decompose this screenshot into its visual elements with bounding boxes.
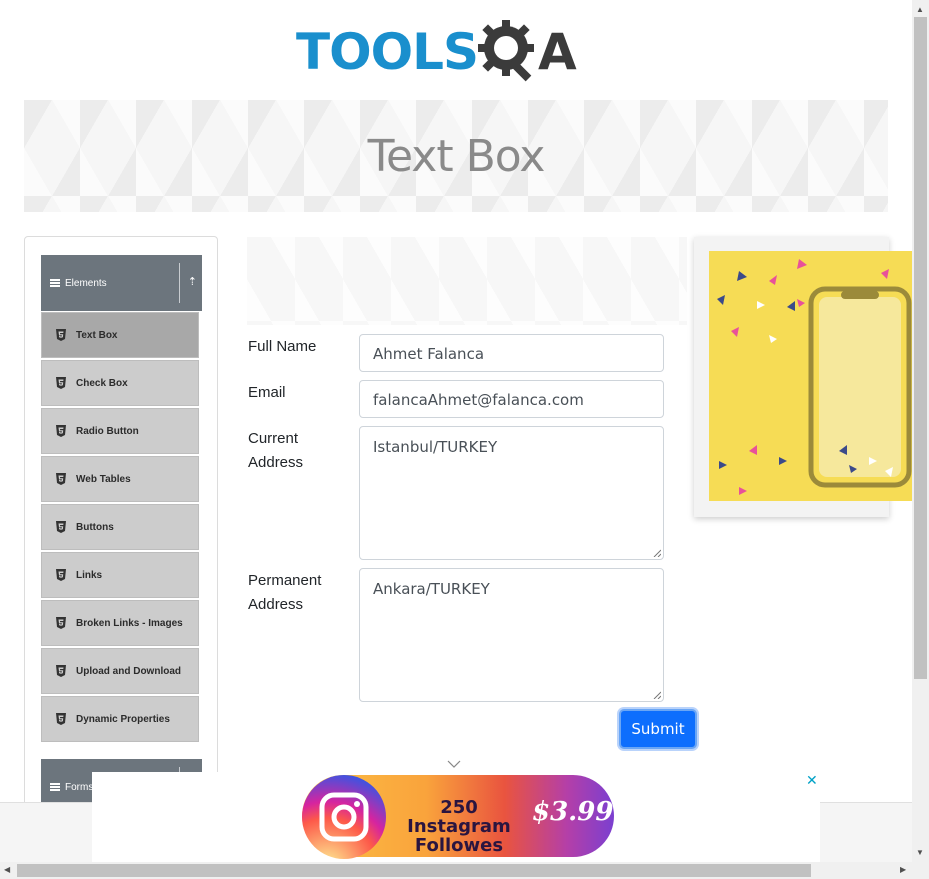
sidebar-item-check-box[interactable]: Check Box — [41, 360, 199, 406]
instagram-ad-price: $3.99 — [532, 797, 614, 827]
email-input[interactable]: falancaAhmet@falanca.com — [359, 380, 664, 418]
html5-icon — [56, 473, 66, 485]
logo-text-tools: TOOLS — [296, 23, 479, 81]
permanent-address-label: Permanent Address — [248, 569, 321, 617]
current-address-label: Current Address — [248, 427, 303, 475]
html5-icon — [56, 377, 66, 389]
sidebar-item-label: Broken Links - Images — [76, 617, 183, 629]
page-title: Text Box — [367, 130, 546, 182]
sidebar-item-label: Check Box — [76, 377, 128, 389]
sidebar-item-label: Web Tables — [76, 473, 131, 485]
gear-magnifier-icon — [478, 20, 534, 82]
sidebar-item-label: Buttons — [76, 521, 114, 533]
sidebar-item-radio-button[interactable]: Radio Button — [41, 408, 199, 454]
current-address-textarea[interactable]: Istanbul/TURKEY — [359, 426, 664, 560]
sidebar-item-text-box[interactable]: Text Box — [41, 312, 199, 358]
email-label: Email — [248, 384, 286, 401]
page-banner: Text Box — [24, 100, 888, 212]
resize-handle-icon[interactable] — [653, 691, 661, 699]
instagram-ad-line1: 250 Instagram — [407, 797, 511, 837]
sidebar-item-dynamic-properties[interactable]: Dynamic Properties — [41, 696, 199, 742]
permanent-address-label-line1: Permanent — [248, 572, 322, 589]
sidebar-item-broken-links-images[interactable]: Broken Links - Images — [41, 600, 199, 646]
html5-icon — [56, 425, 66, 437]
html5-icon — [56, 329, 66, 341]
header-divider — [179, 263, 180, 303]
elements-group-label: Elements — [65, 277, 107, 289]
sidebar-item-label: Dynamic Properties — [76, 713, 170, 725]
current-address-label-line2: Address — [248, 454, 304, 471]
sidebar: Elements ⇡ Text Box Check Box Radio Butt… — [24, 236, 218, 816]
html5-icon — [56, 569, 66, 581]
html5-icon — [56, 713, 66, 725]
current-address-value: Istanbul/TURKEY — [373, 438, 498, 456]
phone-illustration — [717, 259, 912, 495]
horizontal-scrollbar-thumb[interactable] — [17, 864, 811, 877]
forms-icon — [50, 783, 60, 791]
horizontal-scrollbar[interactable]: ◀ ▶ — [0, 862, 929, 879]
instagram-glyph-icon — [319, 792, 369, 842]
vertical-scrollbar[interactable]: ▲ ▼ — [912, 0, 929, 862]
instagram-icon — [302, 775, 386, 859]
ad-placeholder-top — [247, 237, 687, 325]
vertical-scrollbar-thumb[interactable] — [914, 17, 927, 679]
html5-icon — [56, 665, 66, 677]
submit-button[interactable]: Submit — [619, 709, 697, 749]
sidebar-item-label: Radio Button — [76, 425, 139, 437]
scroll-up-arrow-icon[interactable]: ▲ — [916, 5, 924, 14]
sidebar-item-links[interactable]: Links — [41, 552, 199, 598]
html5-icon — [56, 617, 66, 629]
sidebar-item-label: Links — [76, 569, 103, 581]
elements-menu: Text Box Check Box Radio Button Web Tabl… — [41, 312, 199, 744]
permanent-address-textarea[interactable]: Ankara/TURKEY — [359, 568, 664, 702]
collapse-arrow-icon[interactable]: ⇡ — [188, 275, 197, 288]
scroll-down-arrow-icon[interactable]: ▼ — [916, 848, 924, 857]
sidebar-item-web-tables[interactable]: Web Tables — [41, 456, 199, 502]
current-address-label-line1: Current — [248, 430, 299, 447]
full-name-input[interactable]: Ahmet Falanca — [359, 334, 664, 372]
sidebar-item-label: Upload and Download — [76, 665, 181, 677]
permanent-address-value: Ankara/TURKEY — [373, 580, 490, 598]
email-value: falancaAhmet@falanca.com — [373, 391, 584, 409]
full-name-label: Full Name — [248, 338, 317, 355]
scroll-left-arrow-icon[interactable]: ◀ — [4, 865, 10, 874]
html5-icon — [56, 521, 66, 533]
elements-group-header[interactable]: Elements ⇡ — [41, 255, 202, 311]
sidebar-item-buttons[interactable]: Buttons — [41, 504, 199, 550]
resize-handle-icon[interactable] — [653, 549, 661, 557]
sidebar-item-label: Text Box — [76, 329, 118, 341]
ad-close-icon[interactable]: ✕ — [806, 772, 818, 789]
ad-phone-image[interactable] — [709, 251, 912, 501]
toolsqa-logo[interactable]: TOOLS A — [296, 14, 622, 90]
permanent-address-label-line2: Address — [248, 596, 304, 613]
instagram-ad-text: 250 Instagram Followes — [393, 798, 525, 855]
chevron-down-icon — [447, 760, 461, 768]
forms-group-label: Forms — [65, 781, 94, 793]
instagram-ad-line2: Followes — [414, 835, 504, 856]
logo-text-qa: A — [538, 23, 577, 81]
scroll-right-arrow-icon[interactable]: ▶ — [900, 865, 906, 874]
sidebar-item-upload-and-download[interactable]: Upload and Download — [41, 648, 199, 694]
hamburger-icon — [50, 279, 60, 287]
full-name-value: Ahmet Falanca — [373, 345, 485, 363]
